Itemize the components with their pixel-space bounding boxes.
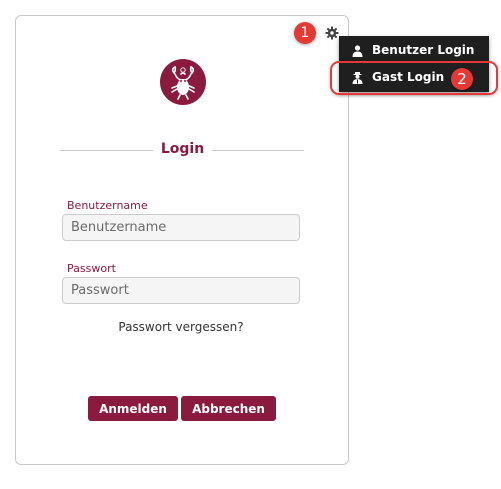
forgot-password-link[interactable]: Passwort vergessen? <box>100 320 262 334</box>
username-label: Benutzername <box>67 199 148 212</box>
login-button[interactable]: Anmelden <box>88 396 178 421</box>
gear-icon[interactable] <box>325 26 339 40</box>
step-badge-2: 2 <box>451 68 473 90</box>
lobster-logo-icon <box>160 59 206 105</box>
user-icon <box>352 45 363 57</box>
password-label: Passwort <box>67 262 116 275</box>
divider-left <box>60 150 153 151</box>
menu-item-label: Benutzer Login <box>372 43 475 57</box>
cancel-button[interactable]: Abbrechen <box>181 396 276 421</box>
login-heading: Login <box>160 141 205 157</box>
step-badge-1: 1 <box>294 22 316 44</box>
divider-right <box>212 150 304 151</box>
password-input[interactable] <box>62 277 300 304</box>
username-input[interactable] <box>62 214 300 241</box>
